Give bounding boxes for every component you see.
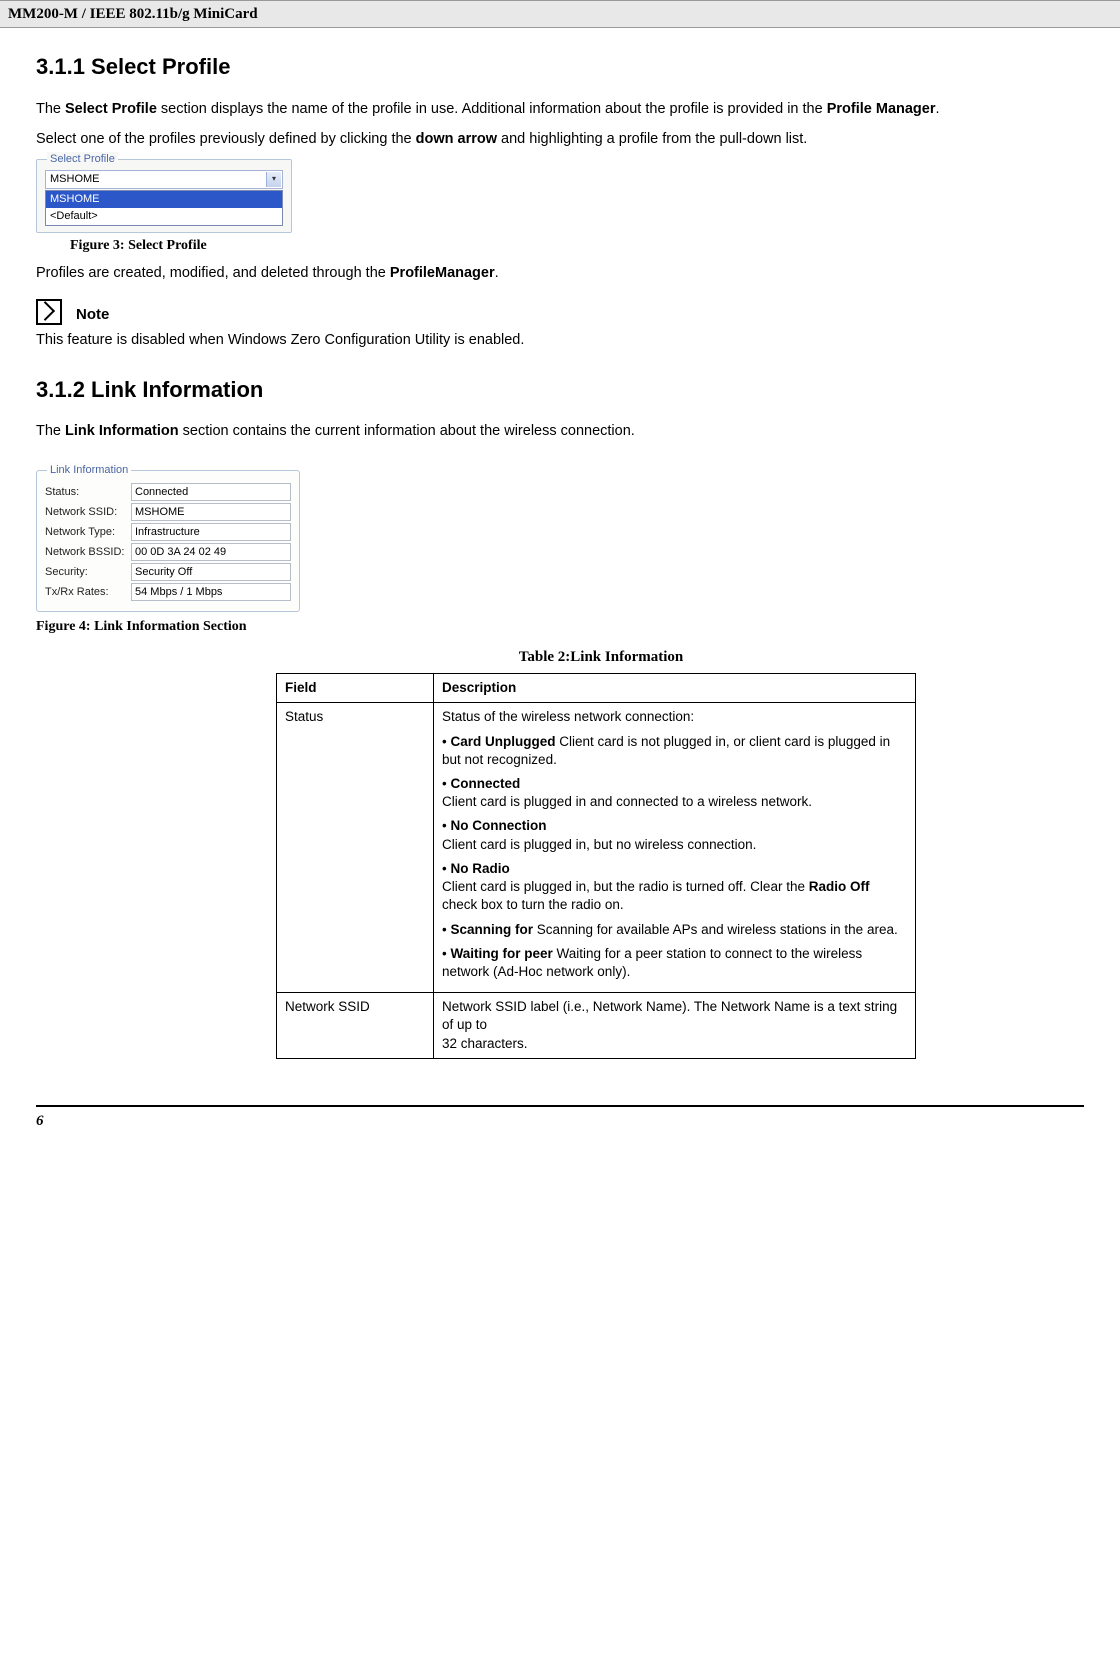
li-label: Network SSID:: [45, 505, 131, 520]
status-intro: Status of the wireless network connectio…: [442, 708, 907, 726]
para-311-1: The Select Profile section displays the …: [36, 100, 1084, 120]
li-row-ssid: Network SSID: MSHOME: [45, 503, 291, 521]
li-row-rates: Tx/Rx Rates: 54 Mbps / 1 Mbps: [45, 583, 291, 601]
table-row: Status Status of the wireless network co…: [277, 703, 916, 993]
li-value: MSHOME: [131, 503, 291, 521]
table-row: Network SSID Network SSID label (i.e., N…: [277, 993, 916, 1059]
bullet-card-unplugged: Card Unplugged Client card is not plugge…: [442, 733, 907, 769]
li-row-type: Network Type: Infrastructure: [45, 523, 291, 541]
heading-312: 3.1.2 Link Information: [36, 375, 1084, 405]
td-ssid-label: Network SSID: [277, 993, 434, 1059]
document-header: MM200-M / IEEE 802.11b/g MiniCard: [0, 0, 1120, 28]
chevron-down-icon[interactable]: ▾: [266, 172, 281, 187]
para-312-1: The Link Information section contains th…: [36, 422, 1084, 442]
li-value: 00 0D 3A 24 02 49: [131, 543, 291, 561]
th-desc: Description: [434, 674, 916, 703]
td-ssid-desc: Network SSID label (i.e., Network Name).…: [434, 993, 916, 1059]
li-label: Network Type:: [45, 525, 131, 540]
combo-item-selected[interactable]: MSHOME: [46, 191, 282, 208]
note-icon: [36, 299, 62, 325]
profile-combo[interactable]: MSHOME ▾: [45, 170, 283, 189]
select-profile-panel: Select Profile MSHOME ▾ MSHOME <Default>: [36, 159, 292, 233]
li-value: Security Off: [131, 563, 291, 581]
page-number: 6: [36, 1111, 1084, 1131]
link-information-panel: Link Information Status: Connected Netwo…: [36, 470, 300, 612]
select-profile-legend: Select Profile: [47, 152, 118, 167]
link-info-legend: Link Information: [47, 463, 131, 478]
figure-4-caption: Figure 4: Link Information Section: [36, 618, 1084, 637]
note-row: Note: [36, 299, 1084, 325]
header-title: MM200-M / IEEE 802.11b/g MiniCard: [8, 6, 258, 22]
table-2-title: Table 2:Link Information: [276, 647, 926, 667]
bullet-no-radio: No RadioClient card is plugged in, but t…: [442, 860, 907, 915]
li-value: Connected: [131, 483, 291, 501]
bullet-waiting: Waiting for peer Waiting for a peer stat…: [442, 945, 907, 981]
li-label: Tx/Rx Rates:: [45, 585, 131, 600]
footer-rule: [36, 1105, 1084, 1107]
figure-3-caption: Figure 3: Select Profile: [70, 237, 1084, 256]
td-status-desc: Status of the wireless network connectio…: [434, 703, 916, 993]
li-value: 54 Mbps / 1 Mbps: [131, 583, 291, 601]
bullet-no-connection: No ConnectionClient card is plugged in, …: [442, 817, 907, 853]
li-label: Status:: [45, 485, 131, 500]
li-row-status: Status: Connected: [45, 483, 291, 501]
profile-combo-list: MSHOME <Default>: [45, 190, 283, 226]
th-field: Field: [277, 674, 434, 703]
combo-item-default[interactable]: <Default>: [46, 208, 282, 225]
para-311-3: Profiles are created, modified, and dele…: [36, 264, 1084, 284]
profile-combo-value: MSHOME: [50, 172, 100, 187]
para-311-2: Select one of the profiles previously de…: [36, 130, 1084, 150]
li-row-bssid: Network BSSID: 00 0D 3A 24 02 49: [45, 543, 291, 561]
note-text: This feature is disabled when Windows Ze…: [36, 331, 1084, 351]
table-header-row: Field Description: [277, 674, 916, 703]
td-status-label: Status: [277, 703, 434, 993]
li-value: Infrastructure: [131, 523, 291, 541]
bullet-connected: ConnectedClient card is plugged in and c…: [442, 775, 907, 811]
bullet-scanning: Scanning for Scanning for available APs …: [442, 921, 907, 939]
li-row-security: Security: Security Off: [45, 563, 291, 581]
li-label: Network BSSID:: [45, 545, 131, 560]
note-label: Note: [76, 306, 109, 323]
link-info-table: Field Description Status Status of the w…: [276, 673, 916, 1059]
li-label: Security:: [45, 565, 131, 580]
heading-311: 3.1.1 Select Profile: [36, 52, 1084, 82]
